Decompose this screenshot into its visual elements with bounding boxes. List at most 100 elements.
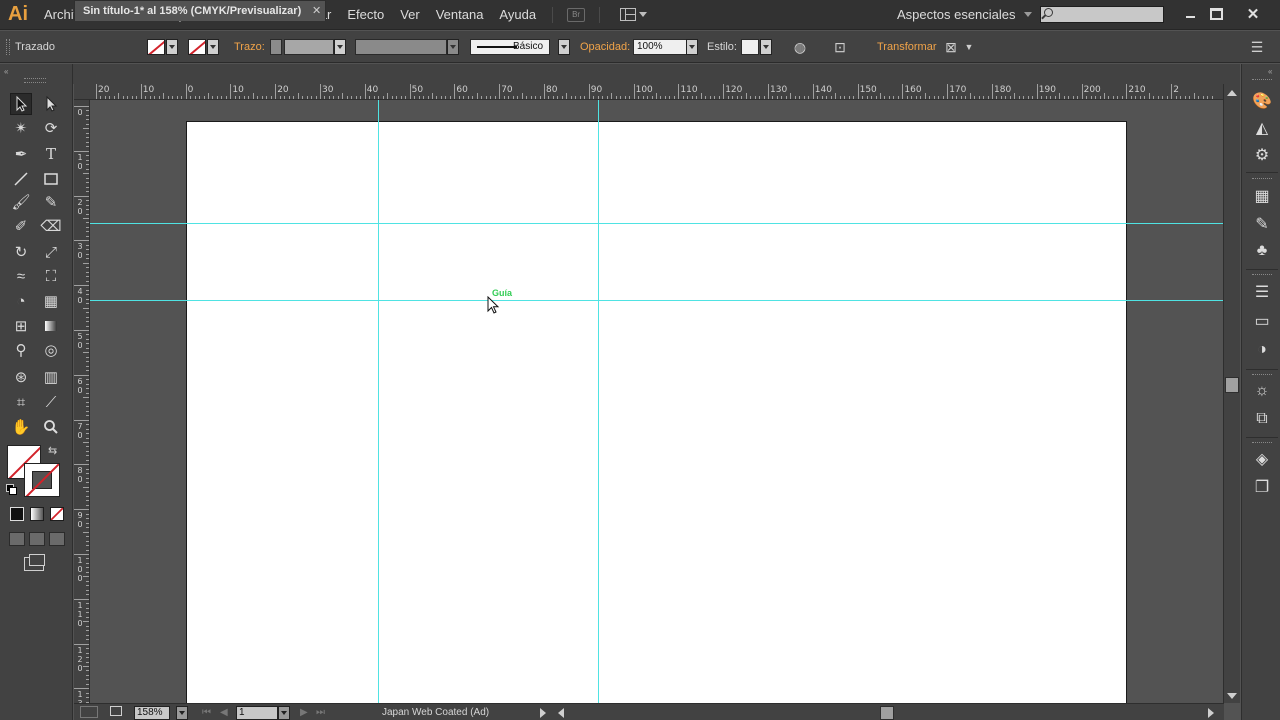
pen-tool-icon[interactable]: ✒ bbox=[10, 143, 32, 165]
opacity-label[interactable]: Opacidad: bbox=[580, 39, 630, 55]
close-tab-button[interactable]: ✕ bbox=[312, 1, 321, 21]
dock-grip[interactable] bbox=[1252, 178, 1272, 182]
layers-panel-icon[interactable]: ◈ bbox=[1252, 449, 1272, 469]
appearance-panel-icon[interactable]: ☼ bbox=[1252, 381, 1272, 401]
edit-icon[interactable] bbox=[110, 706, 122, 716]
dock-grip[interactable] bbox=[1252, 274, 1272, 278]
kuler-panel-icon[interactable]: ⚙ bbox=[1252, 145, 1272, 165]
selection-tool-icon[interactable] bbox=[10, 93, 32, 115]
horizontal-ruler[interactable]: 20 10 0 10 20 30 40 50 60 70 80 90 100 110 120 130 140 15… bbox=[74, 84, 1224, 100]
vertical-ruler[interactable]: 0 10 20 30 40 50 60 70 80 90 100 110 120 130 bbox=[74, 100, 90, 703]
graphic-styles-panel-icon[interactable]: ⧉ bbox=[1252, 409, 1272, 429]
color-guide-panel-icon[interactable]: ◭ bbox=[1252, 118, 1272, 138]
scroll-down-icon[interactable] bbox=[1227, 693, 1237, 699]
type-tool-icon[interactable]: T bbox=[40, 143, 62, 165]
draw-normal-button[interactable] bbox=[9, 532, 25, 546]
stroke-weight-label[interactable]: Trazo: bbox=[234, 39, 265, 55]
artboards-panel-icon[interactable]: ❐ bbox=[1252, 477, 1272, 497]
chevron-down-icon[interactable]: ▼ bbox=[961, 39, 977, 55]
transform-label[interactable]: Transformar bbox=[877, 39, 937, 55]
arrange-documents-button[interactable] bbox=[620, 8, 648, 21]
mesh-tool-icon[interactable]: ⊞ bbox=[10, 315, 32, 337]
close-window-button[interactable]: ✕ bbox=[1242, 4, 1264, 24]
hand-tool-icon[interactable]: ✋ bbox=[10, 416, 32, 438]
direct-selection-tool-icon[interactable] bbox=[40, 93, 62, 115]
stroke-color-dropdown[interactable] bbox=[207, 39, 219, 55]
vertical-scroll-thumb[interactable] bbox=[1225, 377, 1239, 393]
variable-width-profile[interactable] bbox=[355, 39, 447, 55]
dock-grip[interactable] bbox=[1252, 374, 1272, 378]
align-icon[interactable]: ⊡ bbox=[832, 39, 848, 55]
graphic-style-dropdown[interactable] bbox=[760, 39, 772, 55]
bridge-button[interactable]: Br bbox=[567, 7, 586, 22]
scroll-left-icon[interactable] bbox=[558, 708, 564, 718]
zoom-level-dropdown[interactable] bbox=[176, 706, 188, 720]
collapse-panel-icon[interactable]: « bbox=[4, 67, 8, 76]
brush-definition-dropdown[interactable] bbox=[558, 39, 570, 55]
blend-tool-icon[interactable]: ◎ bbox=[40, 339, 62, 361]
blob-brush-tool-icon[interactable]: ✐ bbox=[10, 215, 32, 237]
canvas[interactable]: Guía bbox=[90, 100, 1223, 703]
next-artboard-icon[interactable]: ▶ bbox=[300, 706, 308, 720]
status-menu-arrow-icon[interactable] bbox=[540, 708, 546, 718]
brush-definition[interactable]: Básico bbox=[470, 39, 550, 55]
graphic-style-swatch[interactable] bbox=[741, 39, 759, 55]
menu-efecto[interactable]: Efecto bbox=[339, 0, 392, 30]
symbols-panel-icon[interactable]: ♣ bbox=[1252, 241, 1272, 261]
stroke-swatch[interactable] bbox=[24, 463, 60, 497]
horizontal-guide[interactable] bbox=[90, 223, 1223, 224]
expand-panels-icon[interactable]: « bbox=[1268, 67, 1272, 76]
eraser-tool-icon[interactable]: ⌫ bbox=[40, 215, 62, 237]
opacity-dropdown[interactable] bbox=[686, 39, 698, 55]
eyedropper-tool-icon[interactable]: ⚲ bbox=[10, 339, 32, 361]
tools-panel-grip[interactable] bbox=[24, 78, 46, 83]
slice-tool-icon[interactable]: ⟋ bbox=[40, 391, 62, 413]
opacity-field[interactable]: 100% bbox=[633, 39, 687, 55]
default-fill-stroke-icon[interactable] bbox=[6, 484, 17, 495]
transparency-panel-icon[interactable]: ◑ bbox=[1252, 340, 1272, 360]
menu-ver[interactable]: Ver bbox=[392, 0, 428, 30]
gradient-tool-icon[interactable] bbox=[40, 315, 62, 337]
artboard[interactable] bbox=[186, 121, 1127, 703]
transform-icon[interactable]: ⊠ bbox=[943, 39, 959, 55]
restore-button[interactable] bbox=[1205, 4, 1227, 24]
menu-ayuda[interactable]: Ayuda bbox=[491, 0, 544, 30]
rectangle-tool-icon[interactable] bbox=[40, 168, 62, 190]
symbol-sprayer-tool-icon[interactable]: ⊛ bbox=[10, 366, 32, 388]
fill-color-swatch[interactable] bbox=[147, 39, 165, 55]
shape-builder-tool-icon[interactable]: ◔ bbox=[10, 290, 32, 312]
scroll-up-icon[interactable] bbox=[1227, 90, 1237, 96]
column-graph-tool-icon[interactable]: ▥ bbox=[40, 366, 62, 388]
artboard-number-dropdown[interactable] bbox=[278, 706, 290, 720]
zoom-tool-icon[interactable] bbox=[40, 416, 62, 438]
recolor-artwork-icon[interactable]: ◍ bbox=[792, 39, 808, 55]
last-artboard-icon[interactable]: ⏭ bbox=[316, 706, 325, 720]
magic-wand-tool-icon[interactable]: ✴ bbox=[10, 117, 32, 139]
lasso-tool-icon[interactable]: ⟳ bbox=[40, 117, 62, 139]
scale-tool-icon[interactable]: ⤢ bbox=[40, 241, 62, 263]
scroll-right-icon[interactable] bbox=[1208, 708, 1214, 718]
artboard-number-field[interactable]: 1 bbox=[236, 706, 278, 720]
zoom-level-field[interactable]: 158% bbox=[134, 706, 170, 720]
color-panel-icon[interactable]: 🎨 bbox=[1252, 91, 1272, 111]
width-tool-icon[interactable]: ≈ bbox=[10, 265, 32, 287]
dock-grip[interactable] bbox=[1252, 79, 1272, 83]
vertical-guide[interactable] bbox=[378, 100, 379, 703]
stroke-weight-dropdown[interactable] bbox=[334, 39, 346, 55]
minimize-button[interactable] bbox=[1179, 4, 1201, 24]
dock-grip[interactable] bbox=[1252, 442, 1272, 446]
previous-artboard-icon[interactable]: ◀ bbox=[220, 706, 228, 720]
vertical-guide[interactable] bbox=[598, 100, 599, 703]
swatches-panel-icon[interactable]: ▦ bbox=[1252, 186, 1272, 206]
stroke-color-swatch[interactable] bbox=[188, 39, 206, 55]
panel-menu-icon[interactable]: ☰ bbox=[1249, 39, 1265, 55]
search-input[interactable] bbox=[1040, 6, 1164, 23]
vertical-scrollbar[interactable] bbox=[1223, 84, 1240, 703]
perspective-grid-tool-icon[interactable]: ▦ bbox=[40, 290, 62, 312]
paintbrush-tool-icon[interactable]: 🖌 bbox=[10, 191, 32, 213]
brushes-panel-icon[interactable]: ✎ bbox=[1252, 214, 1272, 234]
stroke-weight-stepper[interactable] bbox=[270, 39, 282, 55]
control-bar-grip[interactable] bbox=[6, 39, 10, 55]
horizontal-scroll-thumb[interactable] bbox=[880, 706, 894, 720]
color-mode-button[interactable] bbox=[10, 507, 24, 521]
